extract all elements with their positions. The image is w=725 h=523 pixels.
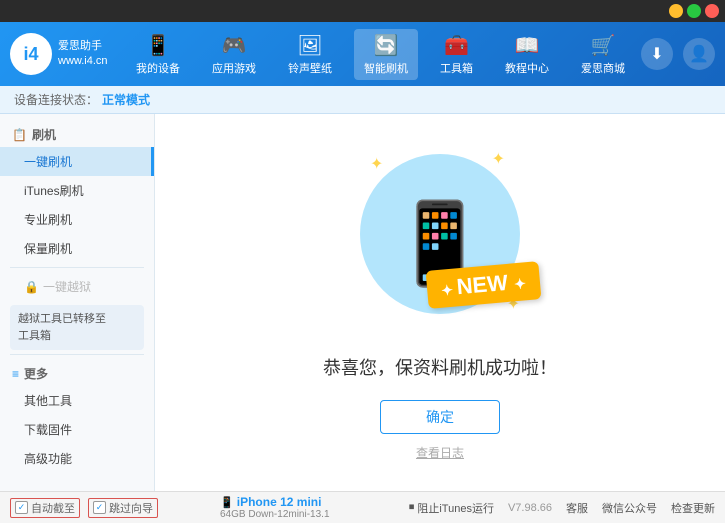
confirm-button[interactable]: 确定 <box>380 400 500 434</box>
my-device-label: 我的设备 <box>136 60 180 76</box>
nav-item-toolbox[interactable]: 🧰 工具箱 <box>430 29 483 80</box>
check-update-link[interactable]: 检查更新 <box>671 500 715 516</box>
success-text: 恭喜您，保资料刷机成功啦！ <box>323 354 557 380</box>
device-info: 📱 iPhone 12 mini 64GB Down-12mini-13.1 <box>210 495 409 520</box>
title-bar <box>0 0 725 22</box>
mall-label: 爱思商城 <box>581 60 625 76</box>
status-label: 设备连接状态： <box>14 91 98 108</box>
sidebar-item-download-fw[interactable]: 下载固件 <box>0 415 154 444</box>
bottom-bar: ✓ 自动截至 ✓ 跳过向导 📱 iPhone 12 mini 64GB Down… <box>0 491 725 523</box>
auto-jump-label: 自动截至 <box>31 500 75 516</box>
logo-icon: i4 <box>10 33 52 75</box>
tutorial-label: 教程中心 <box>505 60 549 76</box>
device-detail: 64GB Down-12mini-13.1 <box>220 509 399 520</box>
nav-item-tutorial[interactable]: 📖 教程中心 <box>495 29 559 80</box>
sidebar-notice: 越狱工具已转移至工具箱 <box>10 305 144 350</box>
stop-itunes-icon: ⏹ <box>409 501 415 514</box>
skip-wizard-checkbox[interactable]: ✓ <box>93 501 106 514</box>
logo-text: 爱思助手 www.i4.cn <box>58 39 108 70</box>
sparkle-2: ✦ <box>492 149 505 169</box>
close-button[interactable] <box>705 4 719 18</box>
window-controls[interactable] <box>669 4 719 18</box>
success-illustration: ✦ ✦ ✦ 📱 NEW 恭喜您，保资料刷机成功啦！ 确定 查看日志 <box>323 144 557 461</box>
sidebar-group-flash: 📋 刷机 <box>0 120 154 147</box>
app-games-icon: 🎮 <box>222 33 247 58</box>
nav-item-smart-flash[interactable]: 🔄 智能刷机 <box>354 29 418 80</box>
view-log-link[interactable]: 查看日志 <box>416 444 464 461</box>
app-games-label: 应用游戏 <box>212 60 256 76</box>
sidebar-item-advanced[interactable]: 高级功能 <box>0 444 154 473</box>
auto-jump-checkbox[interactable]: ✓ <box>15 501 28 514</box>
sparkle-1: ✦ <box>370 154 383 174</box>
minimize-button[interactable] <box>669 4 683 18</box>
wallpaper-label: 铃声壁纸 <box>288 60 332 76</box>
nav-item-app-games[interactable]: 🎮 应用游戏 <box>202 29 266 80</box>
smart-flash-icon: 🔄 <box>374 33 399 58</box>
bottom-left: ✓ 自动截至 ✓ 跳过向导 <box>10 498 210 518</box>
more-group-icon: ≡ <box>12 367 19 381</box>
bottom-right: ⏹ 阻止iTunes运行 V7.98.66 客服 微信公众号 检查更新 <box>409 500 715 516</box>
sidebar-divider-2 <box>10 354 144 355</box>
header: i4 爱思助手 www.i4.cn 📱 我的设备 🎮 应用游戏 🖼 铃声壁纸 🔄… <box>0 22 725 86</box>
smart-flash-label: 智能刷机 <box>364 60 408 76</box>
nav-items: 📱 我的设备 🎮 应用游戏 🖼 铃声壁纸 🔄 智能刷机 🧰 工具箱 📖 教程中心… <box>120 29 641 80</box>
skip-wizard-label: 跳过向导 <box>109 500 153 516</box>
version-text: V7.98.66 <box>508 502 552 514</box>
device-icon: 📱 <box>220 497 234 509</box>
nav-item-wallpaper[interactable]: 🖼 铃声壁纸 <box>278 29 342 80</box>
maximize-button[interactable] <box>687 4 701 18</box>
mall-icon: 🛒 <box>591 33 616 58</box>
header-actions: ⬇ 👤 <box>641 38 715 70</box>
sidebar-item-save-flash[interactable]: 保量刷机 <box>0 234 154 263</box>
sidebar-item-pro-flash[interactable]: 专业刷机 <box>0 205 154 234</box>
user-button[interactable]: 👤 <box>683 38 715 70</box>
wechat-link[interactable]: 微信公众号 <box>602 500 657 516</box>
device-name: iPhone 12 mini <box>237 495 322 509</box>
flash-group-label: 刷机 <box>32 126 56 143</box>
main-layout: 📋 刷机 一键刷机 iTunes刷机 专业刷机 保量刷机 🔒 一键越狱 越狱工具… <box>0 114 725 491</box>
sidebar-divider-1 <box>10 267 144 268</box>
my-device-icon: 📱 <box>146 33 171 58</box>
nav-item-my-device[interactable]: 📱 我的设备 <box>126 29 190 80</box>
status-bar: 设备连接状态： 正常模式 <box>0 86 725 114</box>
sidebar-item-other-tools[interactable]: 其他工具 <box>0 386 154 415</box>
flash-group-icon: 📋 <box>12 128 27 142</box>
service-link[interactable]: 客服 <box>566 500 588 516</box>
toolbox-icon: 🧰 <box>444 33 469 58</box>
auto-jump-checkbox-item[interactable]: ✓ 自动截至 <box>10 498 80 518</box>
skip-wizard-checkbox-item[interactable]: ✓ 跳过向导 <box>88 498 158 518</box>
sidebar-item-one-key-flash[interactable]: 一键刷机 <box>0 147 154 176</box>
download-button[interactable]: ⬇ <box>641 38 673 70</box>
sidebar-item-itunes-flash[interactable]: iTunes刷机 <box>0 176 154 205</box>
content-area: ✦ ✦ ✦ 📱 NEW 恭喜您，保资料刷机成功啦！ 确定 查看日志 <box>155 114 725 491</box>
sidebar-group-more: ≡ 更多 <box>0 359 154 386</box>
sidebar-item-jailbreak-disabled: 🔒 一键越狱 <box>0 272 154 301</box>
more-group-label: 更多 <box>24 365 48 382</box>
wallpaper-icon: 🖼 <box>297 33 322 58</box>
tutorial-icon: 📖 <box>515 33 540 58</box>
sidebar: 📋 刷机 一键刷机 iTunes刷机 专业刷机 保量刷机 🔒 一键越狱 越狱工具… <box>0 114 155 491</box>
phone-container: ✦ ✦ ✦ 📱 NEW <box>350 144 530 344</box>
toolbox-label: 工具箱 <box>440 60 473 76</box>
logo-area: i4 爱思助手 www.i4.cn <box>10 33 120 75</box>
status-value: 正常模式 <box>102 91 150 108</box>
nav-item-mall[interactable]: 🛒 爱思商城 <box>571 29 635 80</box>
stop-itunes-button[interactable]: ⏹ 阻止iTunes运行 <box>409 500 494 516</box>
